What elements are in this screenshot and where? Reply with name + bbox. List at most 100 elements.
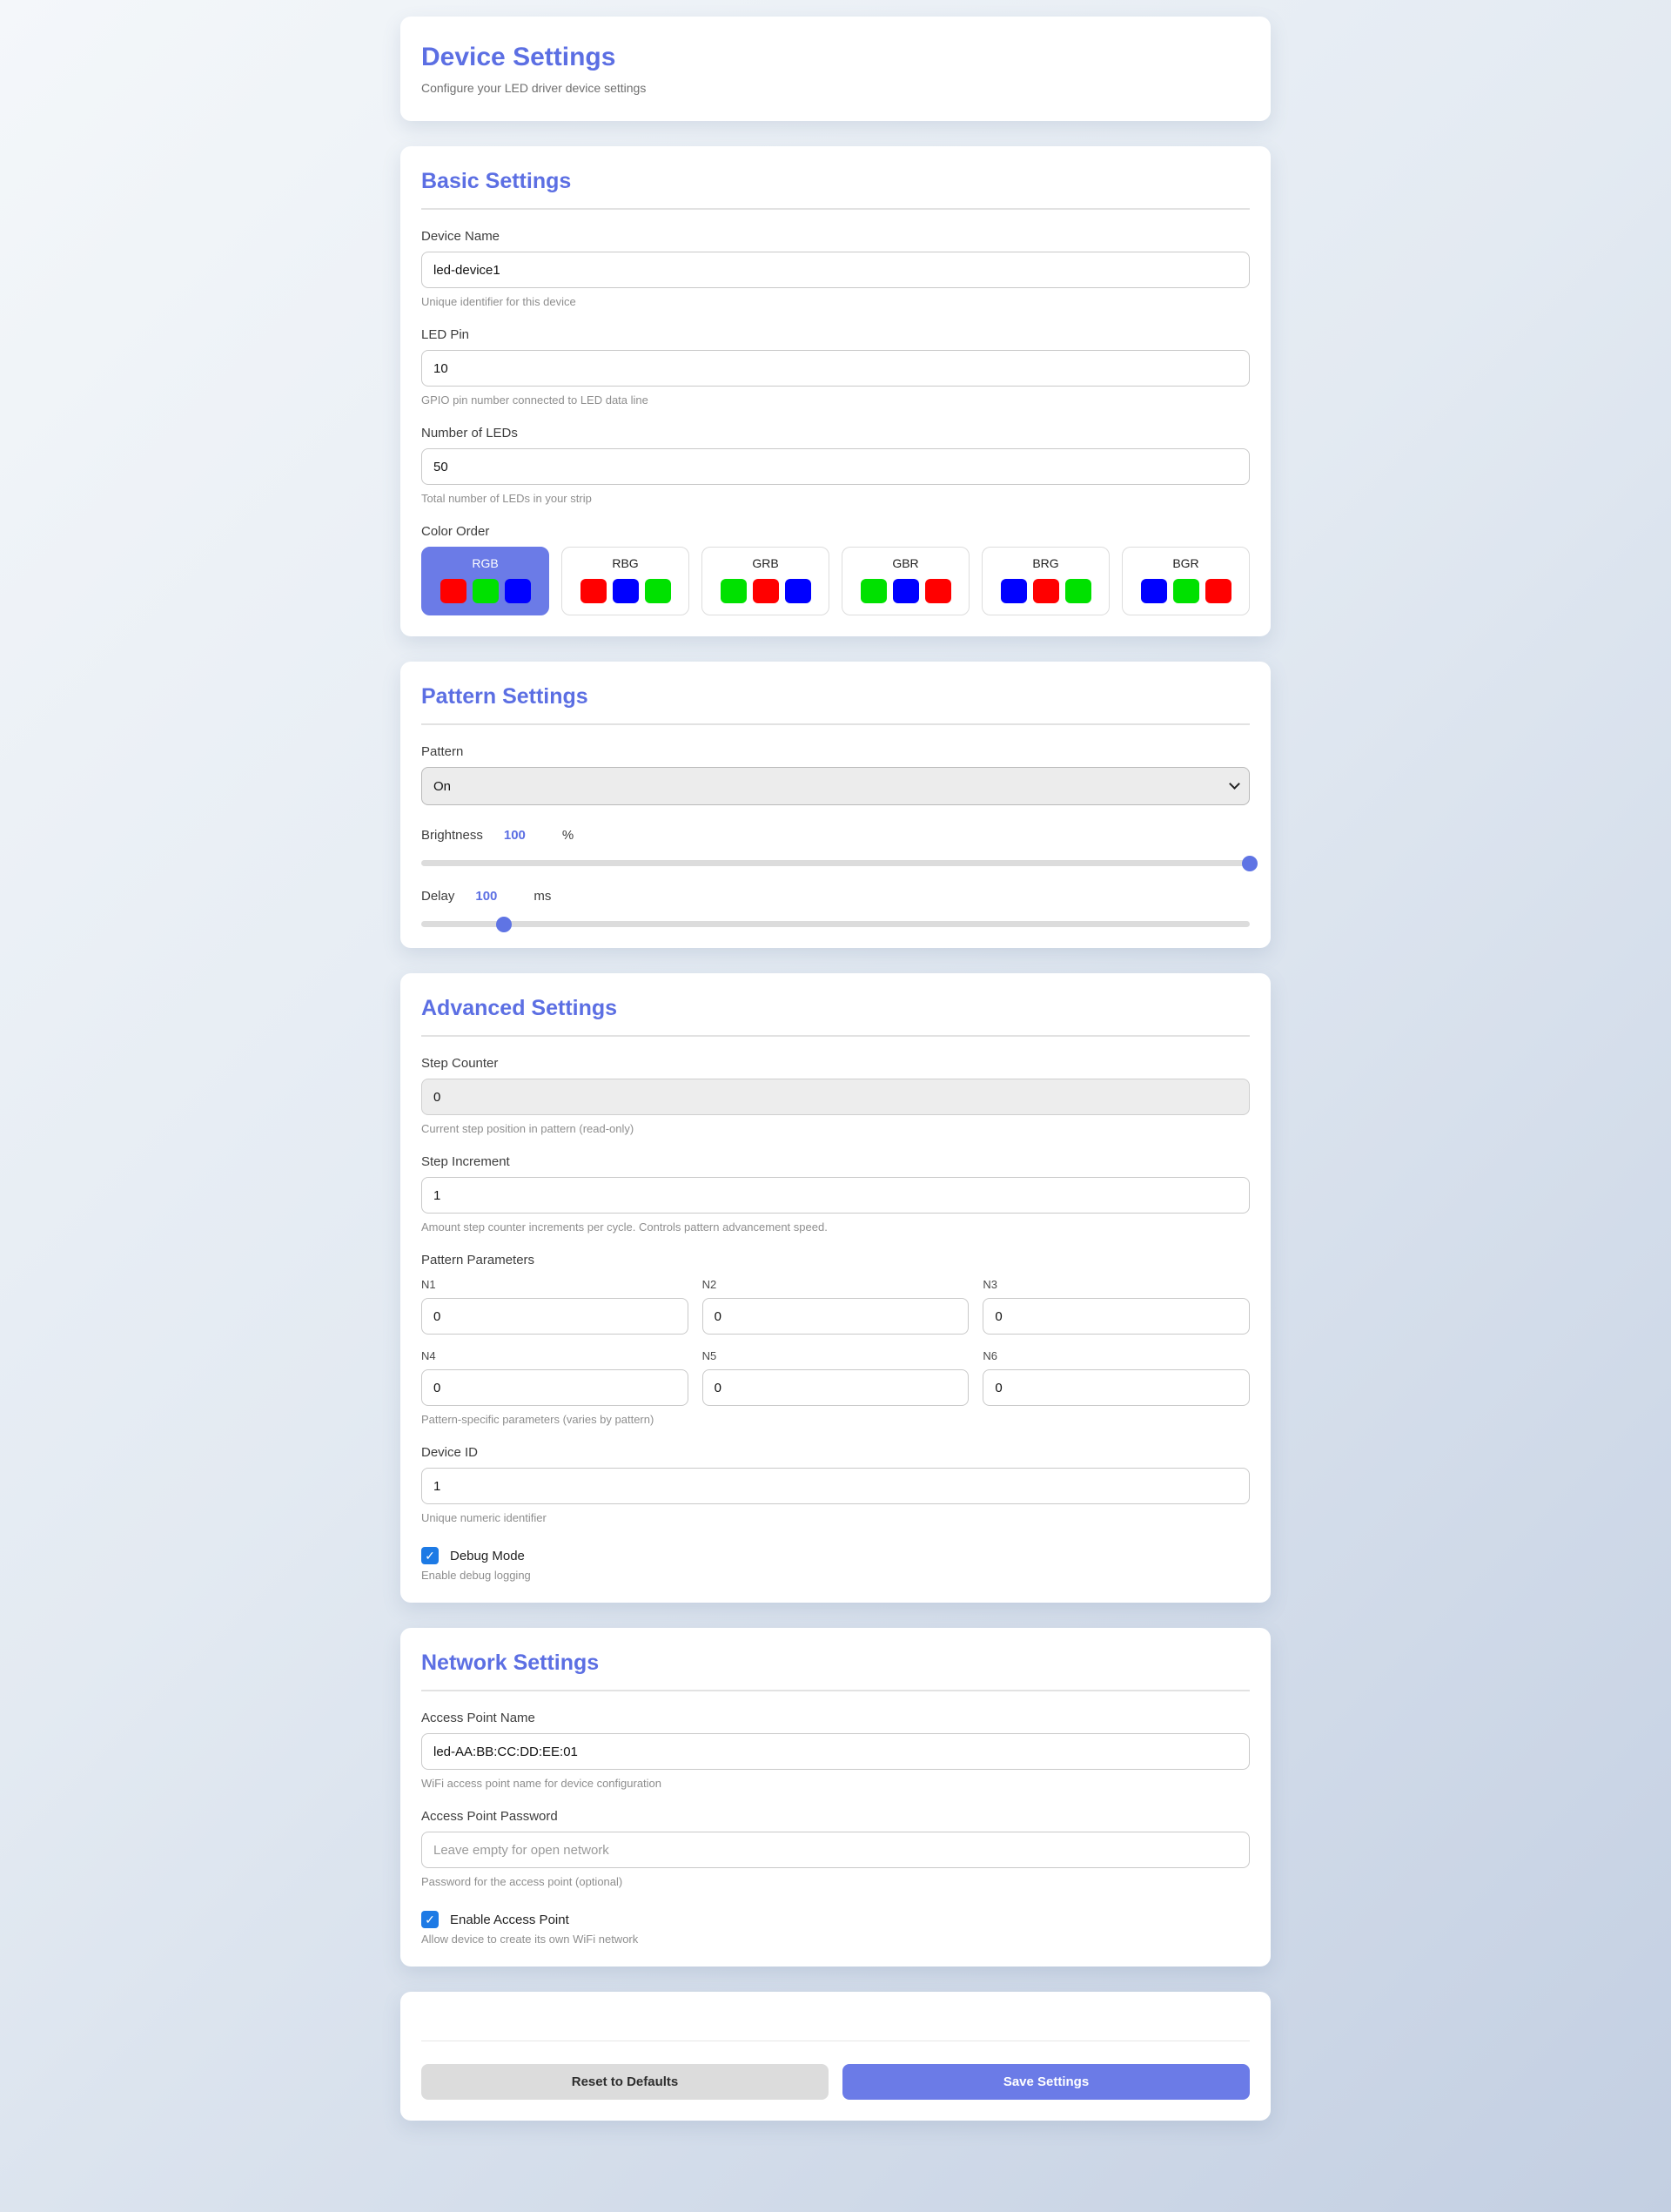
param-n5-input[interactable] xyxy=(702,1369,970,1406)
delay-head: Delay 100 ms xyxy=(421,889,1250,904)
color-swatch-green xyxy=(861,579,887,603)
ap-name-input[interactable] xyxy=(421,1733,1250,1770)
color-order-button-bgr[interactable]: BGR xyxy=(1122,547,1250,615)
param-n1: N1 xyxy=(421,1278,688,1335)
ap-password-help: Password for the access point (optional) xyxy=(421,1875,1250,1888)
delay-label: Delay xyxy=(421,889,454,904)
param-n4: N4 xyxy=(421,1349,688,1406)
color-swatch-blue xyxy=(893,579,919,603)
basic-settings-heading: Basic Settings xyxy=(421,169,1250,194)
actions-card: Reset to Defaults Save Settings xyxy=(400,1992,1271,2121)
step-counter-help: Current step position in pattern (read-o… xyxy=(421,1122,1250,1135)
pattern-params-group: Pattern Parameters N1 N2 N3 N4 xyxy=(421,1253,1250,1426)
reset-button[interactable]: Reset to Defaults xyxy=(421,2064,829,2100)
step-increment-input[interactable] xyxy=(421,1177,1250,1214)
save-button[interactable]: Save Settings xyxy=(842,2064,1250,2100)
ap-password-label: Access Point Password xyxy=(421,1809,1250,1824)
pattern-settings-heading: Pattern Settings xyxy=(421,684,1250,709)
param-n6-input[interactable] xyxy=(983,1369,1250,1406)
ap-password-group: Access Point Password Password for the a… xyxy=(421,1809,1250,1888)
step-counter-input xyxy=(421,1079,1250,1115)
brightness-slider-thumb[interactable] xyxy=(1242,856,1258,871)
color-swatch-red xyxy=(440,579,466,603)
param-n2: N2 xyxy=(702,1278,970,1335)
param-n1-input[interactable] xyxy=(421,1298,688,1335)
color-swatch-green xyxy=(473,579,499,603)
param-n3-input[interactable] xyxy=(983,1298,1250,1335)
basic-settings-card: Basic Settings Device Name Unique identi… xyxy=(400,146,1271,636)
advanced-settings-heading: Advanced Settings xyxy=(421,996,1250,1021)
swatch-row xyxy=(842,579,969,603)
step-increment-label: Step Increment xyxy=(421,1154,1250,1169)
delay-value: 100 xyxy=(475,889,497,904)
color-order-row: RGB RBG GRB xyxy=(421,547,1250,615)
brightness-group: Brightness 100 % xyxy=(421,828,1250,866)
pattern-settings-card: Pattern Settings Pattern On Brightness 1… xyxy=(400,662,1271,948)
pattern-params-grid: N1 N2 N3 N4 N5 xyxy=(421,1278,1250,1406)
color-order-button-label: RGB xyxy=(422,556,548,570)
pattern-params-label: Pattern Parameters xyxy=(421,1253,1250,1267)
delay-group: Delay 100 ms xyxy=(421,889,1250,927)
num-leds-group: Number of LEDs Total number of LEDs in y… xyxy=(421,426,1250,505)
step-counter-label: Step Counter xyxy=(421,1056,1250,1071)
delay-slider[interactable] xyxy=(421,921,1250,927)
status-message-area xyxy=(421,2013,1250,2041)
color-order-button-grb[interactable]: GRB xyxy=(701,547,829,615)
pattern-select[interactable]: On xyxy=(421,767,1250,805)
brightness-label: Brightness xyxy=(421,828,483,843)
brightness-slider[interactable] xyxy=(421,860,1250,866)
led-pin-label: LED Pin xyxy=(421,327,1250,342)
color-swatch-green xyxy=(645,579,671,603)
param-n1-label: N1 xyxy=(421,1278,688,1291)
device-name-help: Unique identifier for this device xyxy=(421,295,1250,308)
color-order-button-rgb[interactable]: RGB xyxy=(421,547,549,615)
param-n4-input[interactable] xyxy=(421,1369,688,1406)
device-id-input[interactable] xyxy=(421,1468,1250,1504)
color-order-button-label: GRB xyxy=(702,556,829,570)
debug-mode-row: ✓ Debug Mode xyxy=(421,1547,1250,1564)
device-name-input[interactable] xyxy=(421,252,1250,288)
checkmark-icon: ✓ xyxy=(425,1550,435,1562)
color-swatch-blue xyxy=(613,579,639,603)
param-n3-label: N3 xyxy=(983,1278,1250,1291)
enable-ap-label: Enable Access Point xyxy=(450,1913,569,1927)
num-leds-help: Total number of LEDs in your strip xyxy=(421,492,1250,505)
brightness-value: 100 xyxy=(504,828,526,843)
swatch-row xyxy=(1123,579,1249,603)
device-id-group: Device ID Unique numeric identifier xyxy=(421,1445,1250,1524)
step-increment-group: Step Increment Amount step counter incre… xyxy=(421,1154,1250,1234)
num-leds-input[interactable] xyxy=(421,448,1250,485)
led-pin-input[interactable] xyxy=(421,350,1250,387)
color-order-button-label: BRG xyxy=(983,556,1109,570)
color-order-button-brg[interactable]: BRG xyxy=(982,547,1110,615)
enable-ap-checkbox[interactable]: ✓ xyxy=(421,1911,439,1928)
device-id-help: Unique numeric identifier xyxy=(421,1511,1250,1524)
color-swatch-red xyxy=(925,579,951,603)
swatch-row xyxy=(702,579,829,603)
section-divider xyxy=(421,1690,1250,1691)
swatch-row xyxy=(562,579,688,603)
enable-ap-help: Allow device to create its own WiFi netw… xyxy=(421,1933,1250,1946)
checkmark-icon: ✓ xyxy=(425,1913,435,1926)
ap-password-input[interactable] xyxy=(421,1832,1250,1868)
section-divider xyxy=(421,208,1250,210)
actions-button-row: Reset to Defaults Save Settings xyxy=(421,2064,1250,2100)
led-pin-help: GPIO pin number connected to LED data li… xyxy=(421,393,1250,407)
param-n2-input[interactable] xyxy=(702,1298,970,1335)
color-swatch-red xyxy=(580,579,607,603)
color-order-group: Color Order RGB RBG xyxy=(421,524,1250,615)
num-leds-label: Number of LEDs xyxy=(421,426,1250,440)
color-order-button-gbr[interactable]: GBR xyxy=(842,547,970,615)
step-counter-group: Step Counter Current step position in pa… xyxy=(421,1056,1250,1135)
param-n2-label: N2 xyxy=(702,1278,970,1291)
color-order-button-label: GBR xyxy=(842,556,969,570)
color-swatch-green xyxy=(1065,579,1091,603)
settings-page: Device Settings Configure your LED drive… xyxy=(400,0,1271,2161)
debug-mode-checkbox[interactable]: ✓ xyxy=(421,1547,439,1564)
color-order-button-rbg[interactable]: RBG xyxy=(561,547,689,615)
ap-name-label: Access Point Name xyxy=(421,1711,1250,1725)
param-n6-label: N6 xyxy=(983,1349,1250,1362)
delay-slider-thumb[interactable] xyxy=(496,917,512,932)
pattern-group: Pattern On xyxy=(421,744,1250,805)
pattern-params-help: Pattern-specific parameters (varies by p… xyxy=(421,1413,1250,1426)
